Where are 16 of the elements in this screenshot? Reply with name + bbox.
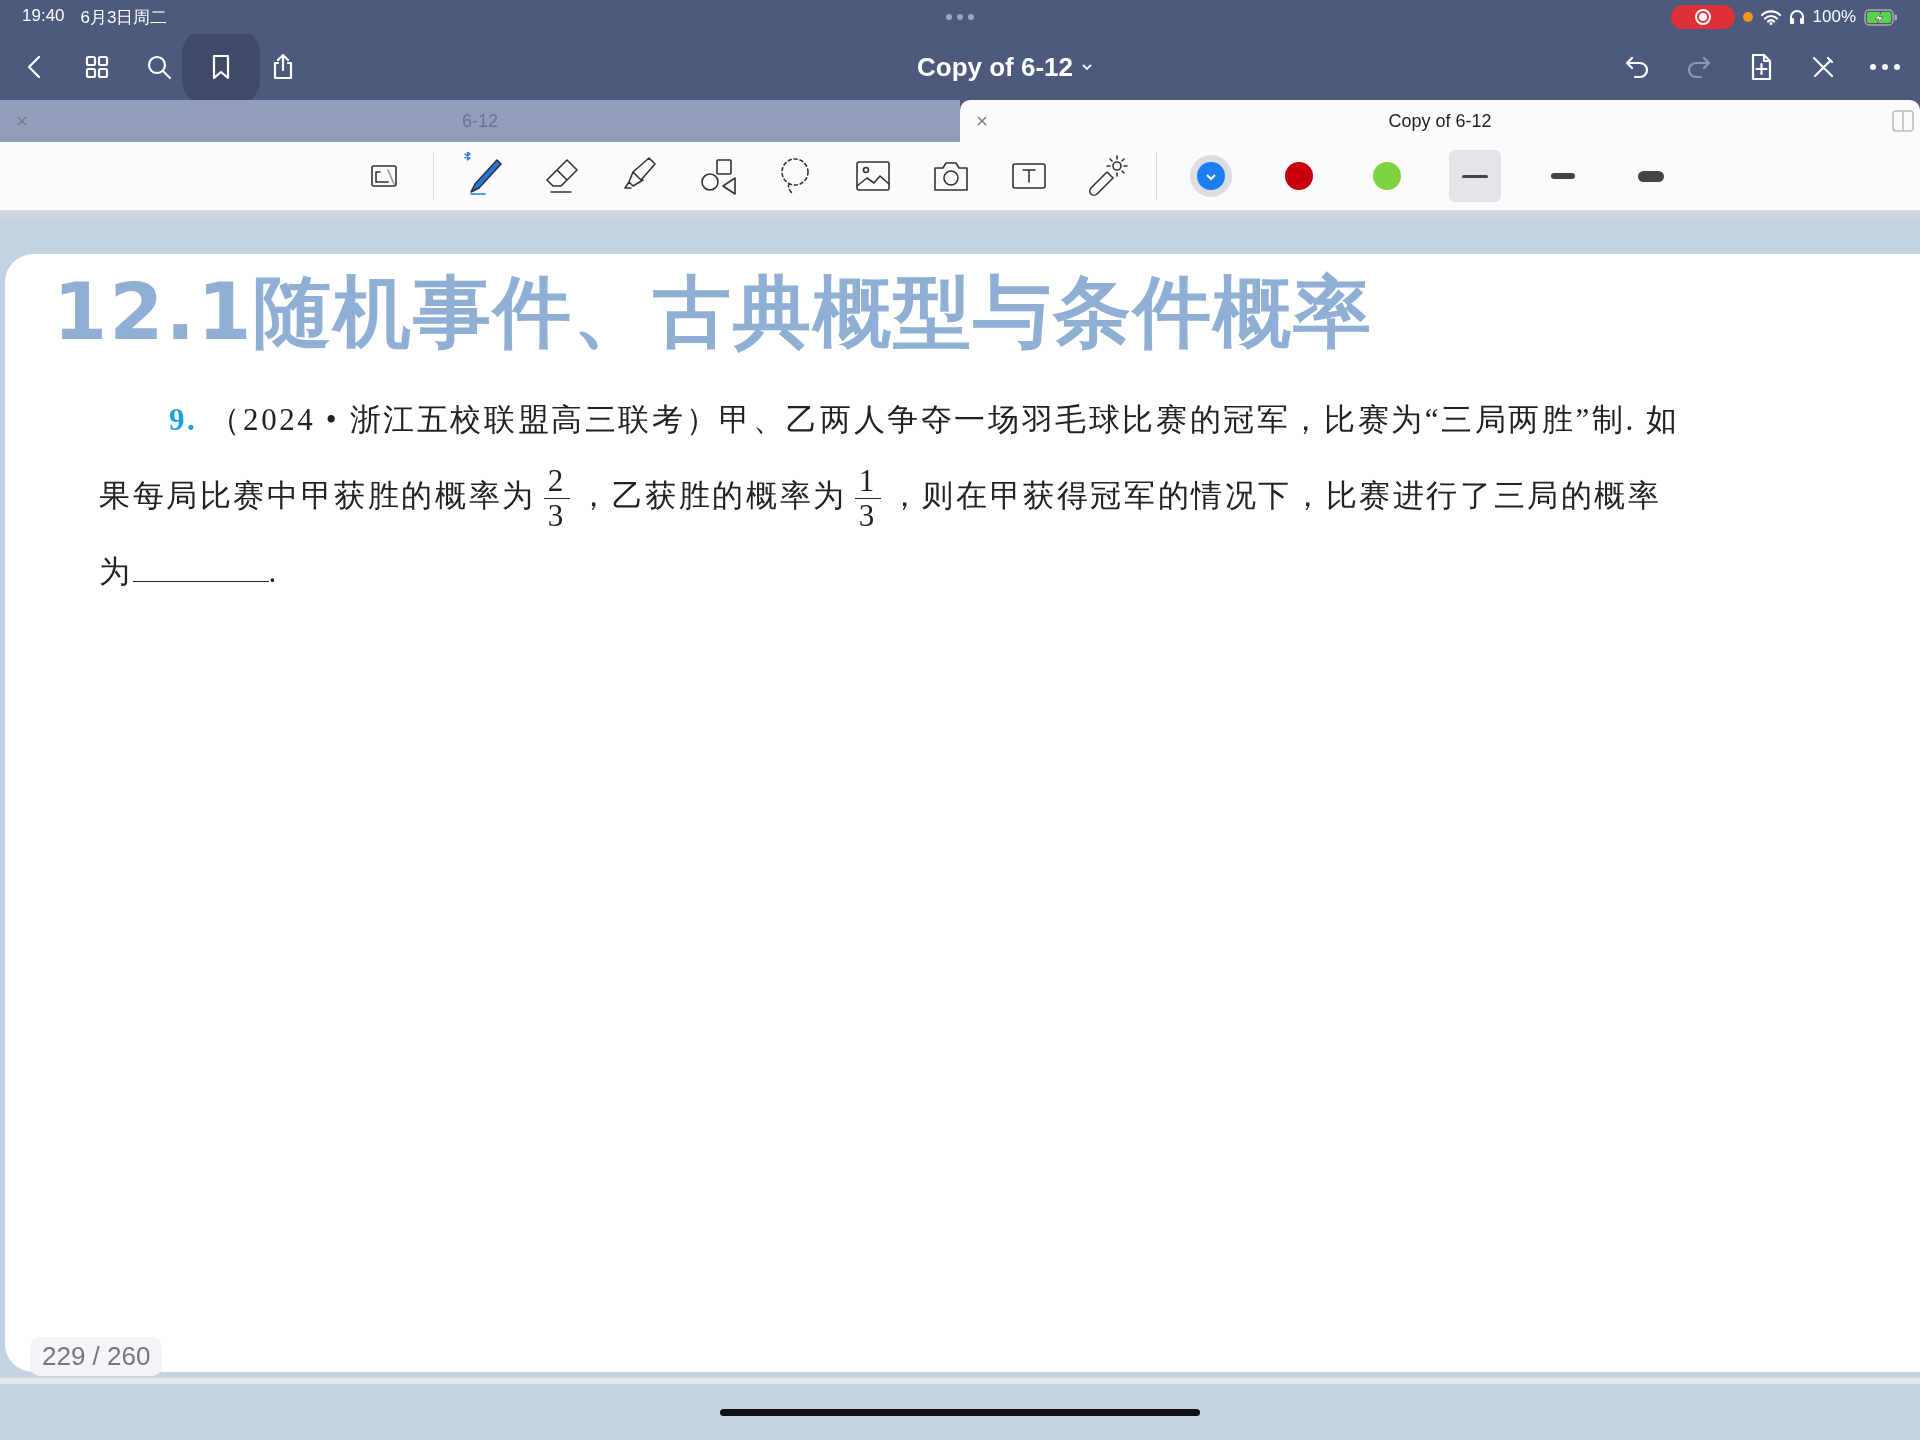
chevron-down-icon [1081,63,1093,71]
more-icon [1870,64,1900,70]
status-time: 19:40 [22,5,65,27]
headphones-icon [1788,9,1805,25]
status-date: 6月3日周二 [80,6,168,29]
privacy-indicator-icon [1742,12,1753,22]
close-icon[interactable] [976,115,988,127]
stroke-width-option[interactable] [1449,150,1501,202]
wifi-icon [1760,9,1781,25]
battery-percentage: 100% [1812,7,1856,27]
multitasking-dots-icon[interactable] [945,13,975,21]
document-title[interactable]: Copy of 6-12 [917,51,1093,83]
document-tab[interactable]: Copy of 6-12 [960,100,1920,142]
home-indicator[interactable] [720,1408,1200,1416]
page-counter: 229 / 260 [30,1337,163,1376]
section-heading: 12.1随机事件、古典概型与条件概率 [53,266,1375,359]
